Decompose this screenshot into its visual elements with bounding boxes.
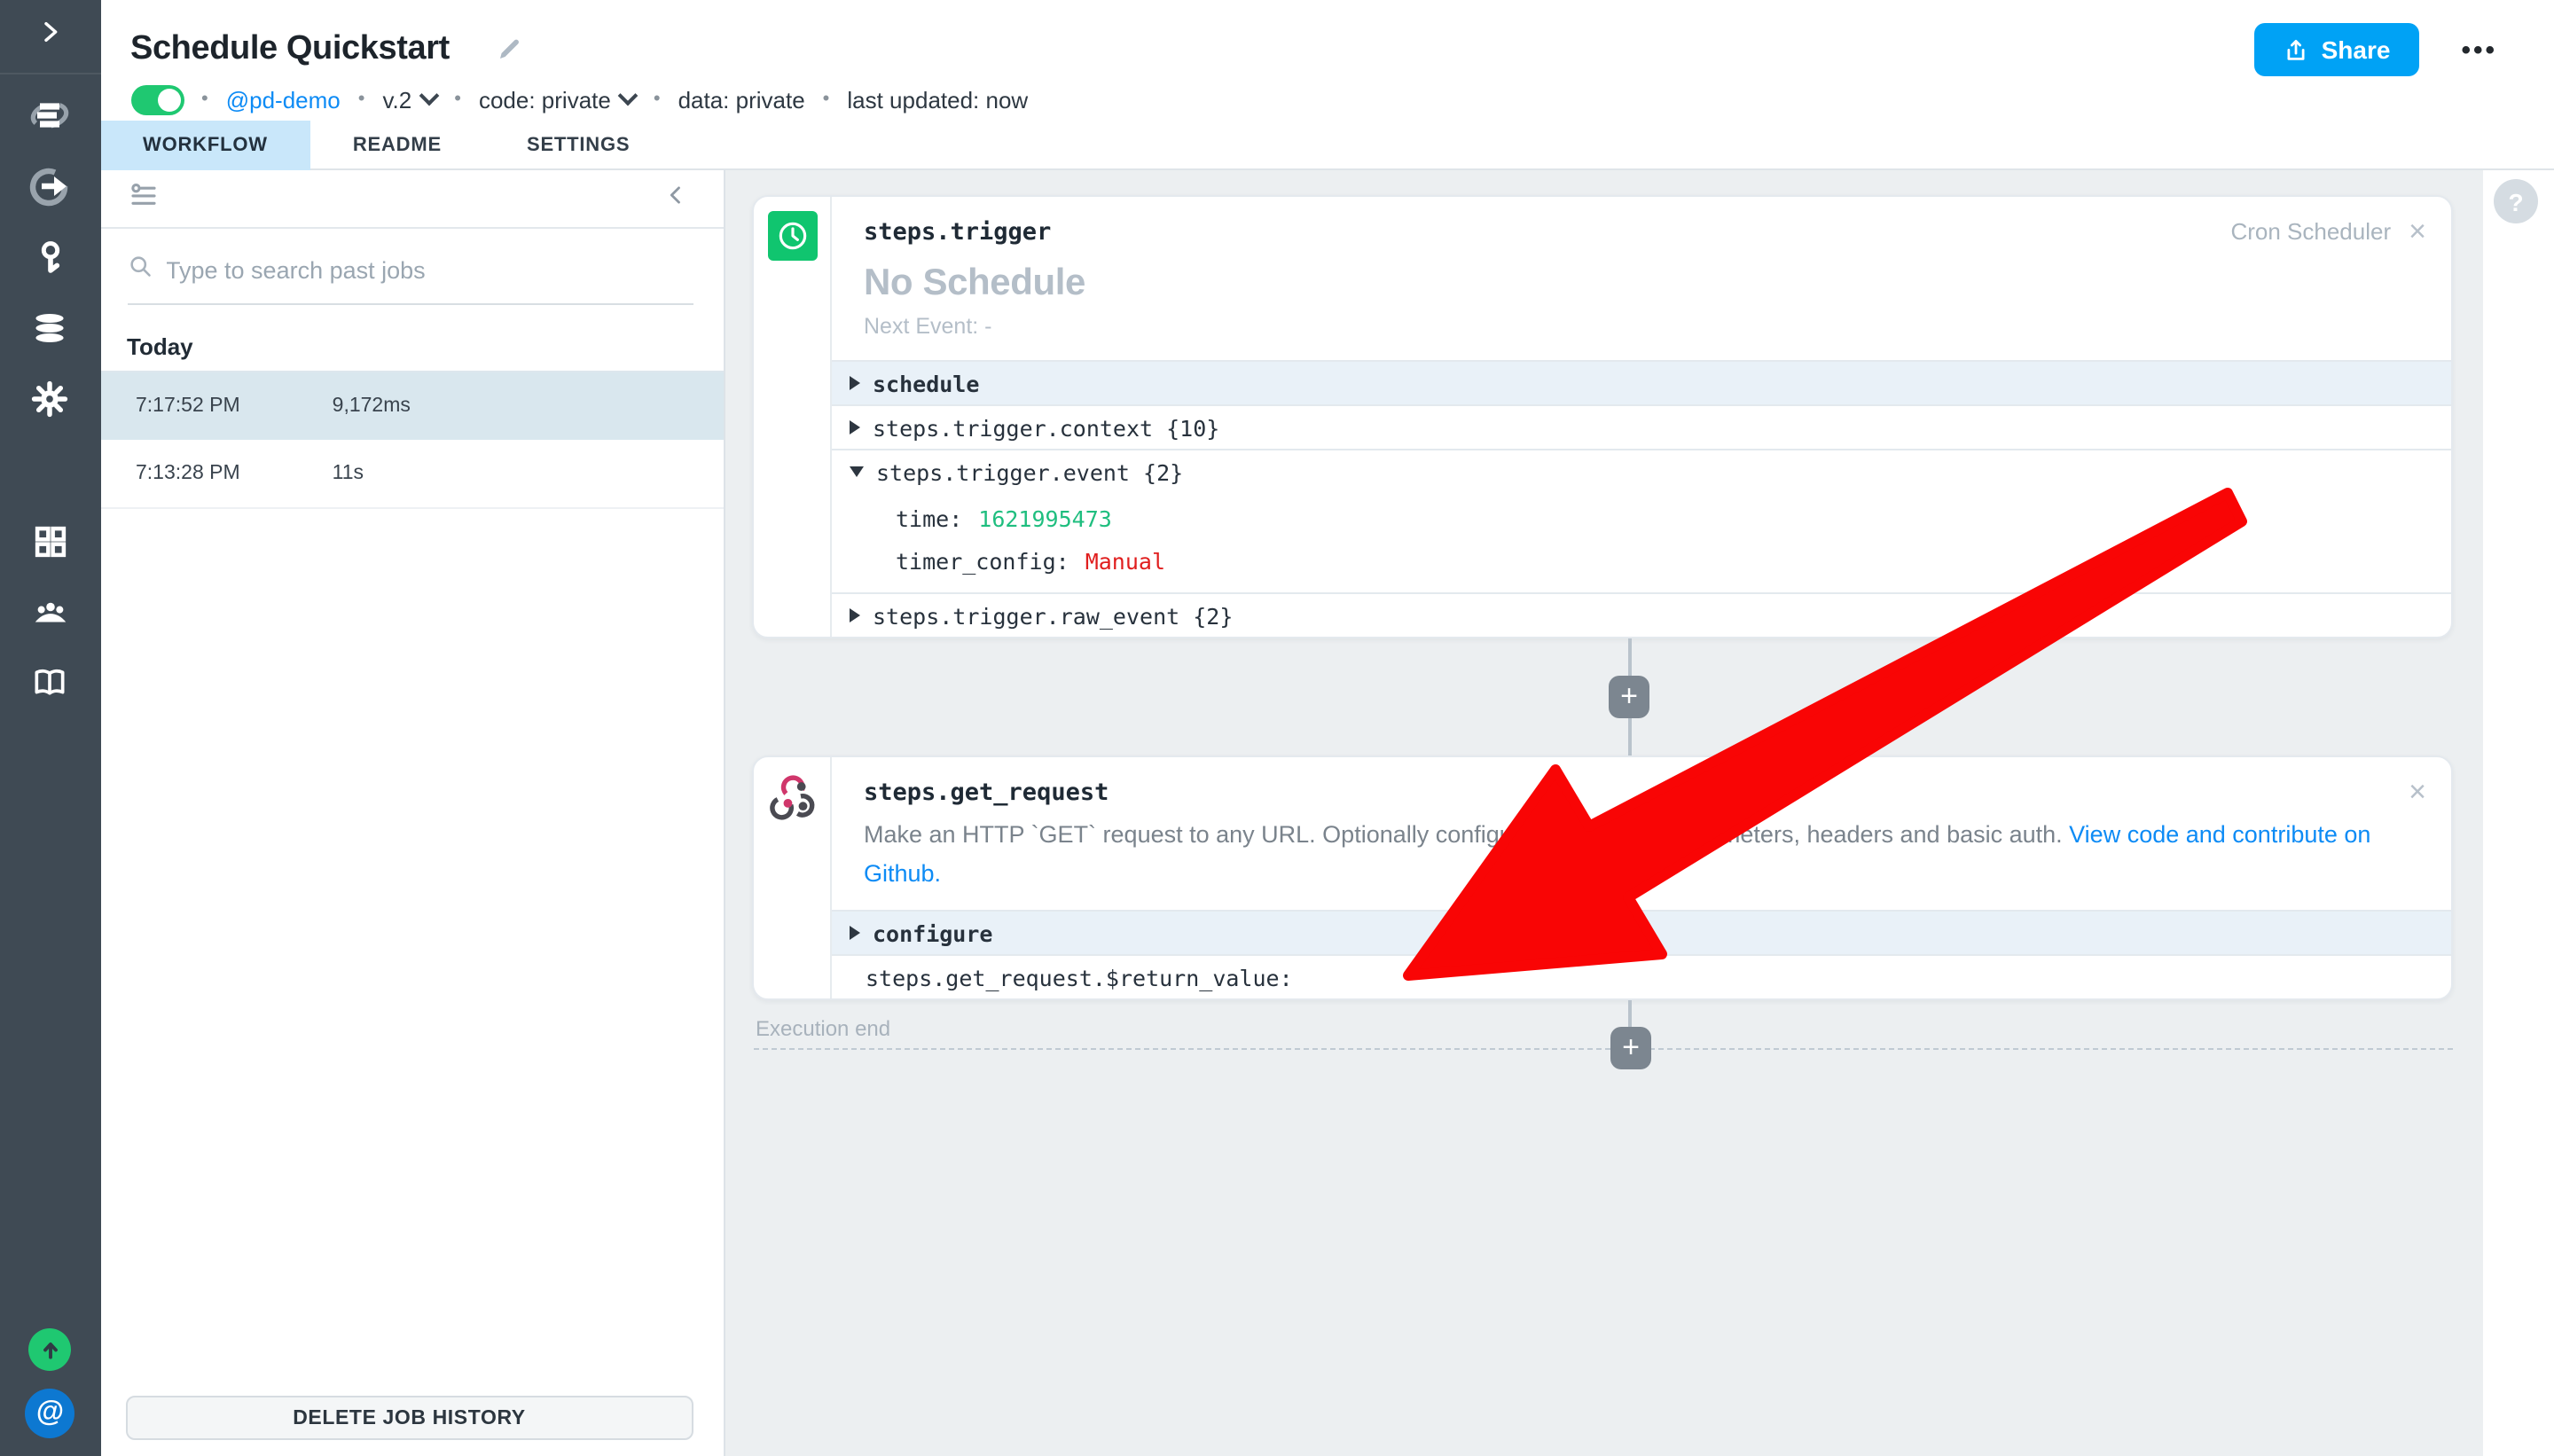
nav-rail: @: [0, 0, 100, 1456]
more-menu-button[interactable]: •••: [2461, 35, 2497, 65]
owner-link[interactable]: @pd-demo: [226, 86, 341, 113]
data-visibility-label: data: private: [678, 86, 805, 113]
chevron-down-icon: [619, 86, 639, 106]
sidebar-item-community[interactable]: [0, 582, 100, 653]
step-name: steps.get_request: [864, 778, 1109, 806]
workflow-canvas: steps.trigger Cron Scheduler × No Schedu…: [725, 170, 2483, 1456]
chevron-down-icon: [419, 86, 440, 106]
step-connector: +: [752, 638, 2453, 755]
step-card-trigger[interactable]: steps.trigger Cron Scheduler × No Schedu…: [752, 195, 2453, 638]
chevron-right-icon: [36, 17, 65, 54]
expand-right-icon: [850, 376, 860, 390]
book-icon: [31, 663, 70, 711]
row-trigger-event[interactable]: steps.trigger.event {2}: [832, 449, 2451, 493]
search-input[interactable]: [166, 257, 693, 284]
close-icon[interactable]: ×: [2409, 777, 2426, 807]
expand-right-icon: [850, 420, 860, 434]
workflow-meta: • @pd-demo • v.2 • code: private • data:…: [100, 78, 2554, 121]
sidebar-item-settings[interactable]: [0, 368, 100, 439]
job-row[interactable]: 7:17:52 PM 9,172ms: [100, 371, 724, 440]
trigger-next-event: Next Event: -: [864, 314, 2419, 339]
at-icon: @: [26, 1389, 75, 1438]
tab-bar: WORKFLOW README SETTINGS: [100, 121, 2554, 170]
gear-icon: [31, 380, 70, 427]
sidebar-item-keys[interactable]: [0, 227, 100, 298]
version-dropdown[interactable]: v.2: [382, 86, 436, 113]
job-duration: 9,172ms: [333, 395, 411, 417]
page-title: Schedule Quickstart: [130, 30, 450, 69]
job-time: 7:13:28 PM: [136, 463, 240, 484]
jobs-section-label: Today: [127, 333, 697, 360]
account-button[interactable]: @: [0, 1378, 100, 1449]
sidebar-item-docs[interactable]: [0, 652, 100, 723]
active-toggle[interactable]: [130, 84, 184, 114]
code-visibility-dropdown[interactable]: code: private: [479, 86, 636, 113]
job-duration: 11s: [333, 463, 364, 484]
search-icon: [127, 254, 152, 287]
app-window: @ Schedule Quickstart Share: [0, 0, 2554, 1456]
last-updated-label: last updated: now: [847, 86, 1028, 113]
sidebar-item-pipelines[interactable]: [0, 83, 100, 154]
right-strip: ?: [2483, 170, 2554, 1456]
row-configure[interactable]: configure: [832, 910, 2451, 954]
key-icon: [32, 239, 69, 286]
webhook-icon: [768, 800, 819, 830]
share-icon: [2283, 36, 2309, 63]
sidebar-item-apps[interactable]: [0, 510, 100, 581]
execution-end-label: Execution end: [756, 1016, 890, 1041]
help-button[interactable]: ?: [2494, 179, 2538, 223]
event-timer-config-value: Manual: [1085, 547, 1165, 574]
database-icon: [31, 308, 70, 356]
job-row[interactable]: 7:13:28 PM 11s: [100, 440, 724, 509]
add-step-button[interactable]: +: [1610, 1027, 1651, 1069]
upgrade-button[interactable]: [0, 1314, 100, 1385]
share-label: Share: [2322, 35, 2391, 64]
pipeline-icon: [29, 93, 72, 145]
sidebar-item-event-sources[interactable]: [0, 155, 100, 226]
add-step-button[interactable]: +: [1609, 676, 1649, 718]
expand-down-icon: [850, 466, 864, 477]
execution-end-line: Execution end +: [754, 1048, 2453, 1050]
step-card-get-request[interactable]: steps.get_request × Make an HTTP `GET` r…: [752, 755, 2453, 1000]
step-gutter: [754, 757, 832, 998]
event-child-time: time: 1621995473: [832, 497, 2451, 539]
cron-clock-icon: [768, 211, 818, 261]
step-description: Make an HTTP `GET` request to any URL. O…: [864, 816, 2419, 894]
tab-workflow[interactable]: WORKFLOW: [100, 121, 310, 170]
filter-list-icon[interactable]: [127, 178, 159, 219]
row-return-value[interactable]: steps.get_request.$return_value:: [832, 954, 2451, 998]
step-name: steps.trigger: [864, 217, 1051, 246]
row-trigger-context[interactable]: steps.trigger.context {10}: [832, 404, 2451, 449]
trigger-headline: No Schedule: [864, 262, 2419, 305]
sidebar-item-sql[interactable]: [0, 296, 100, 367]
trigger-event-children: time: 1621995473 timer_config: Manual: [832, 493, 2451, 592]
expand-sidebar-button[interactable]: [0, 0, 100, 71]
tab-readme[interactable]: README: [310, 121, 484, 170]
edit-title-button[interactable]: [496, 35, 524, 64]
expand-right-icon: [850, 608, 860, 622]
job-search: [127, 254, 693, 305]
grid-icon: [32, 522, 69, 568]
tab-settings[interactable]: SETTINGS: [484, 121, 672, 170]
row-schedule[interactable]: schedule: [832, 360, 2451, 404]
arrow-up-circle-icon: [29, 1328, 72, 1371]
share-button[interactable]: Share: [2254, 23, 2419, 76]
event-child-timer-config: timer_config: Manual: [832, 539, 2451, 582]
delete-job-history-button[interactable]: DELETE JOB HISTORY: [125, 1396, 693, 1440]
header: Schedule Quickstart Share ••• •: [100, 0, 2554, 170]
job-time: 7:17:52 PM: [136, 395, 240, 417]
step-gutter: [754, 197, 832, 637]
job-history-panel: Today 7:17:52 PM 9,172ms 7:13:28 PM 11s …: [100, 170, 725, 1456]
arrow-out-circle-icon: [29, 165, 72, 216]
step-connector: [752, 1000, 2453, 1048]
people-icon: [30, 592, 71, 642]
close-icon[interactable]: ×: [2409, 216, 2426, 247]
rail-divider: [0, 73, 100, 74]
main-area: Schedule Quickstart Share ••• •: [100, 0, 2554, 1456]
step-service-label: Cron Scheduler: [2230, 218, 2391, 245]
row-trigger-raw-event[interactable]: steps.trigger.raw_event {2}: [832, 592, 2451, 637]
expand-right-icon: [850, 926, 860, 940]
event-time-value: 1621995473: [978, 505, 1112, 531]
collapse-panel-button[interactable]: [663, 182, 688, 215]
